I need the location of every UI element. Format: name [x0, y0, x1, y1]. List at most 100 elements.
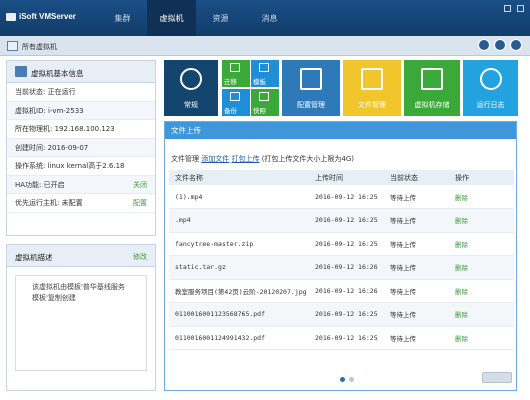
subbar-actions: [478, 39, 522, 51]
info-row-created: 创建时间: 2016-09-07: [7, 138, 155, 157]
file-name: static.tar.gz: [169, 255, 309, 280]
priority-host-text: 优先运行主机: 未配置: [15, 199, 83, 207]
configure-link[interactable]: 配置: [133, 194, 147, 213]
delete-link[interactable]: 删除: [449, 302, 514, 327]
app-title: iSoft VMServer: [19, 12, 76, 21]
tile-normal-label: 常规: [184, 101, 198, 109]
tile-config-label: 配置管理: [297, 101, 325, 109]
settings-icon[interactable]: [478, 39, 490, 51]
col-name: 文件名称: [169, 170, 309, 185]
tile-migrate-label: 迁移: [224, 78, 237, 86]
vm-desc-title: 虚拟机描述: [15, 253, 53, 262]
gauge-icon: [180, 68, 202, 90]
info-row-os: 操作系统: linux kernal高于2.6.18: [7, 157, 155, 176]
backup-icon: [230, 92, 240, 101]
tools-icon: [300, 68, 322, 90]
refresh-icon[interactable]: [494, 39, 506, 51]
tile-template-label: 模板: [253, 78, 266, 86]
upload-status: 等待上传: [384, 208, 449, 233]
tile-storage-label: 虚拟机存储: [414, 101, 450, 109]
status-text: 当前状态: 正在运行: [15, 88, 76, 96]
host-text: 所在物理机: 192.168.100.123: [15, 125, 115, 133]
delete-link[interactable]: 删除: [449, 208, 514, 233]
all-vms-label[interactable]: 所有虚拟机: [22, 42, 57, 52]
tile-migrate[interactable]: 迁移: [222, 60, 250, 87]
info-row-host: 所在物理机: 192.168.100.123: [7, 120, 155, 139]
tile-snapshot[interactable]: 快照: [251, 89, 279, 116]
col-op: 操作: [449, 170, 514, 185]
delete-link[interactable]: 删除: [449, 279, 514, 303]
upload-status: 等待上传: [384, 326, 449, 350]
file-name: 0110016001124991432.pdf: [169, 326, 309, 350]
table-header: 文件名称 上传时间 当前状态 操作: [169, 170, 514, 185]
function-tiles: 常规 迁移 模板 备份 快照 配置管理 文件管理 虚拟机存储 运行日志: [164, 60, 518, 116]
tile-log[interactable]: 运行日志: [463, 60, 518, 116]
tab-vm[interactable]: 虚拟机: [147, 0, 196, 36]
info-row-priority-host: 优先运行主机: 未配置 配置: [7, 194, 155, 213]
edit-desc-link[interactable]: 修改: [133, 252, 147, 262]
page-dot-1[interactable]: [340, 377, 345, 382]
page-dot-2[interactable]: [349, 377, 354, 382]
delete-link[interactable]: 删除: [449, 232, 514, 256]
upload-size-note: (打包上传文件大小上限为4G): [261, 155, 355, 163]
file-name: 0110016001123568765.pdf: [169, 302, 309, 327]
upload-time: 2016-09-12 16:25: [309, 232, 384, 256]
col-status: 当前状态: [384, 170, 449, 185]
tile-files-label: 文件管理: [358, 101, 386, 109]
tile-config[interactable]: 配置管理: [282, 60, 340, 116]
os-text: 操作系统: linux kernal高于2.6.18: [15, 162, 125, 170]
delete-link[interactable]: 删除: [449, 326, 514, 350]
minimize-icon[interactable]: [504, 5, 511, 12]
pack-upload-link[interactable]: 打包上传: [231, 155, 259, 163]
tab-message[interactable]: 消息: [245, 0, 294, 36]
delete-link[interactable]: 删除: [449, 185, 514, 209]
file-name: fancytree-master.zip: [169, 232, 309, 256]
table-row: (1).mp4 2016-09-12 16:25 等待上传 删除: [169, 185, 514, 209]
power-icon[interactable]: [510, 39, 522, 51]
upload-time: 2016-09-12 16:25: [309, 185, 384, 209]
upload-time: 2016-09-12 16:26: [309, 279, 384, 303]
tile-backup[interactable]: 备份: [222, 89, 250, 116]
camera-icon: [259, 92, 269, 101]
tile-template[interactable]: 模板: [251, 60, 279, 87]
file-name: 教室服务项目(第42页)云阶-20120207.jpg: [169, 279, 309, 303]
table-row: static.tar.gz 2016-09-12 16:26 等待上传 删除: [169, 255, 514, 280]
tab-cluster[interactable]: 集群: [98, 0, 147, 36]
ha-toggle-link[interactable]: 关闭: [133, 176, 147, 195]
window-controls: [504, 5, 524, 12]
vm-desc-panel: 虚拟机描述 修改 该虚拟机由模板'普华基线服务模板'复制创建: [6, 244, 156, 391]
upload-time: 2016-09-12 16:26: [309, 255, 384, 280]
created-text: 创建时间: 2016-09-07: [15, 143, 89, 152]
upload-time: 2016-09-12 16:25: [309, 326, 384, 350]
table-row: .mp4 2016-09-12 16:25 等待上传 删除: [169, 208, 514, 233]
col-time: 上传时间: [309, 170, 384, 185]
tile-storage[interactable]: 虚拟机存储: [404, 60, 460, 116]
top-bar: iSoft VMServer 集群 虚拟机 资源 消息: [0, 0, 530, 36]
table-row: fancytree-master.zip 2016-09-12 16:25 等待上传…: [169, 232, 514, 256]
tab-resource[interactable]: 资源: [196, 0, 245, 36]
tile-log-label: 运行日志: [476, 101, 505, 109]
upload-table: 文件名称 上传时间 当前状态 操作 (1).mp4 2016-09-12 16:2…: [169, 170, 514, 350]
upload-status: 等待上传: [384, 302, 449, 327]
table-row: 教室服务项目(第42页)云阶-20120207.jpg 2016-09-12 16…: [169, 279, 514, 303]
page-dots: [340, 377, 354, 382]
file-name: .mp4: [169, 208, 309, 233]
vm-desc-header: 虚拟机描述 修改: [7, 245, 155, 267]
vm-id-text: 虚拟机ID: i-vm-2533: [15, 106, 84, 115]
close-icon[interactable]: [517, 5, 524, 12]
info-row-status: 当前状态: 正在运行: [7, 83, 155, 102]
vm-info-panel: 虚拟机基本信息 当前状态: 正在运行 虚拟机ID: i-vm-2533 所在物理…: [6, 60, 156, 236]
logo-icon: [6, 12, 16, 21]
upload-status: 等待上传: [384, 232, 449, 256]
tile-files[interactable]: 文件管理: [343, 60, 401, 116]
pager-button[interactable]: [482, 372, 512, 383]
monitor-icon: [15, 66, 27, 77]
delete-link[interactable]: 删除: [449, 255, 514, 280]
chat-icon: [479, 68, 502, 90]
tile-normal[interactable]: 常规: [164, 60, 218, 116]
add-file-link[interactable]: 添加文件: [201, 155, 229, 163]
upload-status: 等待上传: [384, 255, 449, 280]
vm-info-header: 虚拟机基本信息: [7, 61, 155, 83]
vm-info-title: 虚拟机基本信息: [31, 69, 84, 78]
file-manage-label: 文件管理: [171, 155, 199, 163]
